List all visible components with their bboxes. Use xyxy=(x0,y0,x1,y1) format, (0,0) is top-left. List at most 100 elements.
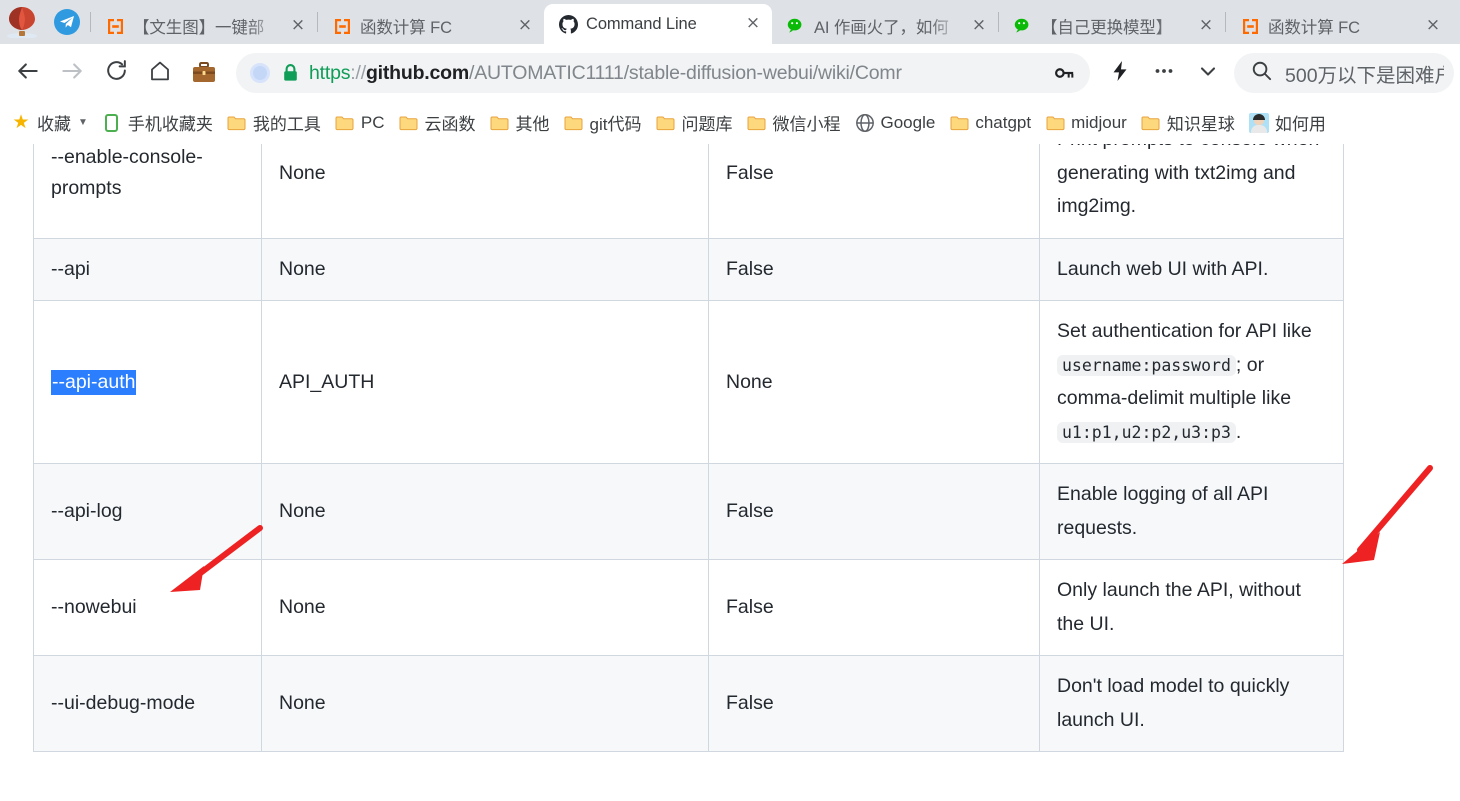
selected-text-highlight: --api-auth xyxy=(51,369,137,395)
bookmark-item-8[interactable]: 微信小程 xyxy=(740,106,848,139)
briefcase-button[interactable] xyxy=(182,51,226,95)
chevron-down-icon[interactable]: ▼ xyxy=(78,117,88,128)
browser-tab-5[interactable]: 函数计算 FC × xyxy=(1226,8,1452,44)
browser-tab-1[interactable]: 函数计算 FC × xyxy=(318,8,544,44)
browser-tab-0-close-icon[interactable]: × xyxy=(289,17,307,35)
star-icon: ★ xyxy=(12,112,30,133)
bookmarks-bar: ★ 收藏 ▼ 手机收藏夹 我的工具 PC 云函数 其他 git代码 问题库 微信… xyxy=(0,102,1460,144)
bookmark-item-4[interactable]: 云函数 xyxy=(392,106,483,139)
table-cell-description: Don't load model to quickly launch UI. xyxy=(1039,655,1344,753)
table-cell-flag[interactable]: --api xyxy=(33,237,262,302)
bookmark-item-7[interactable]: 问题库 xyxy=(649,106,740,139)
table-cell-description: Print prompts to console when generating… xyxy=(1039,144,1344,239)
browser-tab-1-title: 函数计算 FC xyxy=(360,19,452,37)
github-icon xyxy=(558,14,578,34)
bookmark-item-9-label: Google xyxy=(880,112,936,132)
bookmark-item-0[interactable]: ★ 收藏 ▼ xyxy=(4,106,95,139)
table-row[interactable]: --enable-console-prompts None False Prin… xyxy=(33,144,1344,239)
browser-tab-3-title: AI 作画火了，如何 xyxy=(814,19,949,37)
table-row[interactable]: --api None False Launch web UI with API. xyxy=(33,237,1344,302)
table-cell-flag[interactable]: --ui-debug-mode xyxy=(33,655,262,753)
chevron-down-button[interactable] xyxy=(1186,51,1230,95)
bookmark-item-10[interactable]: chatgpt xyxy=(942,109,1038,137)
wechat-icon xyxy=(1013,16,1033,36)
browser-tab-0[interactable]: 【文生图】一键部 × xyxy=(91,8,317,44)
address-bar-url: https://github.com/AUTOMATIC1111/stable-… xyxy=(309,62,1046,85)
home-button[interactable] xyxy=(138,51,182,95)
chevron-down-icon xyxy=(1196,59,1220,88)
search-input[interactable]: 500万以下是困难户 xyxy=(1285,59,1444,88)
page-info-circle-icon[interactable] xyxy=(250,63,270,83)
browser-tab-3-close-icon[interactable]: × xyxy=(970,17,988,35)
back-button[interactable] xyxy=(6,51,50,95)
phone-icon xyxy=(102,113,122,132)
bookmark-item-4-label: 云函数 xyxy=(424,115,476,134)
table-cell-default: False xyxy=(708,655,1040,753)
table-cell-flag-selected[interactable]: --api-auth xyxy=(33,300,262,465)
bookmark-item-13[interactable]: 如何用 xyxy=(1242,106,1333,139)
bookmark-item-3[interactable]: PC xyxy=(328,109,392,137)
browser-tab-3[interactable]: AI 作画火了，如何 × xyxy=(772,8,998,44)
bookmark-item-12[interactable]: 知识星球 xyxy=(1134,106,1242,139)
forward-button[interactable] xyxy=(50,51,94,95)
bookmark-item-11-label: midjour xyxy=(1071,112,1127,132)
bookmark-item-11[interactable]: midjour xyxy=(1038,109,1134,137)
table-cell-value: None xyxy=(261,237,709,302)
password-key-icon[interactable] xyxy=(1046,55,1082,91)
reload-button[interactable] xyxy=(94,51,138,95)
folder-icon xyxy=(656,114,676,132)
table-cell-value: None xyxy=(261,559,709,657)
table-cell-flag[interactable]: --enable-console-prompts xyxy=(33,144,262,239)
desc-text-1: Set authentication for API like xyxy=(1057,320,1312,343)
browser-tab-4[interactable]: 【自己更换模型】 × xyxy=(999,8,1225,44)
browser-tab-1-close-icon[interactable]: × xyxy=(516,17,534,35)
table-cell-default: False xyxy=(708,237,1040,302)
bookmark-item-5-label: 其他 xyxy=(515,115,550,134)
search-box[interactable]: 500万以下是困难户 xyxy=(1234,53,1454,93)
browser-tab-4-close-icon[interactable]: × xyxy=(1197,17,1215,35)
bookmark-item-3-label: PC xyxy=(360,112,385,132)
table-row[interactable]: --nowebui None False Only launch the API… xyxy=(33,559,1344,657)
table-row-selected[interactable]: --api-auth API_AUTH None Set authenticat… xyxy=(33,300,1344,465)
table-row[interactable]: --ui-debug-mode None False Don't load mo… xyxy=(33,655,1344,753)
bookmark-item-6[interactable]: git代码 xyxy=(557,106,649,139)
folder-icon xyxy=(490,114,510,132)
table-cell-default: None xyxy=(708,300,1040,465)
more-options-button[interactable] xyxy=(1142,51,1186,95)
bookmark-item-6-label: git代码 xyxy=(589,115,642,134)
table-cell-value: None xyxy=(261,463,709,561)
telegram-send-icon xyxy=(54,9,80,35)
browser-tab-0-title: 【文生图】一键部 xyxy=(133,19,265,37)
browser-tab-strip: 【文生图】一键部 × 函数计算 FC × Command Line × AI 作… xyxy=(0,0,1460,44)
table-cell-description: Enable logging of all API requests. xyxy=(1039,463,1344,561)
lightning-bolt-button[interactable] xyxy=(1098,51,1142,95)
browser-tab-2-close-icon[interactable]: × xyxy=(744,15,762,33)
table-cell-description: Only launch the API, without the UI. xyxy=(1039,559,1344,657)
browser-tab-5-title: 函数计算 FC xyxy=(1268,19,1360,37)
bookmark-item-1-label: 手机收藏夹 xyxy=(127,115,213,134)
table-cell-flag[interactable]: --nowebui xyxy=(33,559,262,657)
browser-tab-5-close-icon[interactable]: × xyxy=(1424,17,1442,35)
url-path: /AUTOMATIC1111/stable-diffusion-webui/wi… xyxy=(469,61,902,84)
lightning-bolt-icon xyxy=(1108,59,1132,88)
person-icon xyxy=(1248,112,1269,133)
browser-tab-2-active[interactable]: Command Line × xyxy=(544,4,772,44)
bookmark-item-2[interactable]: 我的工具 xyxy=(220,106,328,139)
pinned-telegram-shortcut[interactable] xyxy=(44,0,90,44)
bookmark-item-9[interactable]: Google xyxy=(848,109,943,137)
folder-icon xyxy=(227,114,247,132)
bookmark-item-1[interactable]: 手机收藏夹 xyxy=(95,106,220,139)
table-cell-description: Set authentication for API like username… xyxy=(1039,300,1344,465)
secure-lock-icon[interactable] xyxy=(282,63,299,83)
hot-air-balloon-avatar-icon xyxy=(7,6,37,38)
table-cell-default: False xyxy=(708,559,1040,657)
address-bar[interactable]: https://github.com/AUTOMATIC1111/stable-… xyxy=(236,53,1090,93)
bookmark-item-0-label: 收藏 xyxy=(37,115,71,134)
red-arrow-pointing-to-description xyxy=(1342,465,1433,564)
table-cell-flag[interactable]: --api-log xyxy=(33,463,262,561)
bookmark-item-10-label: chatgpt xyxy=(975,112,1032,132)
profile-avatar[interactable] xyxy=(0,0,44,44)
bookmark-item-13-label: 如何用 xyxy=(1274,115,1326,134)
table-row[interactable]: --api-log None False Enable logging of a… xyxy=(33,463,1344,561)
bookmark-item-5[interactable]: 其他 xyxy=(483,106,557,139)
